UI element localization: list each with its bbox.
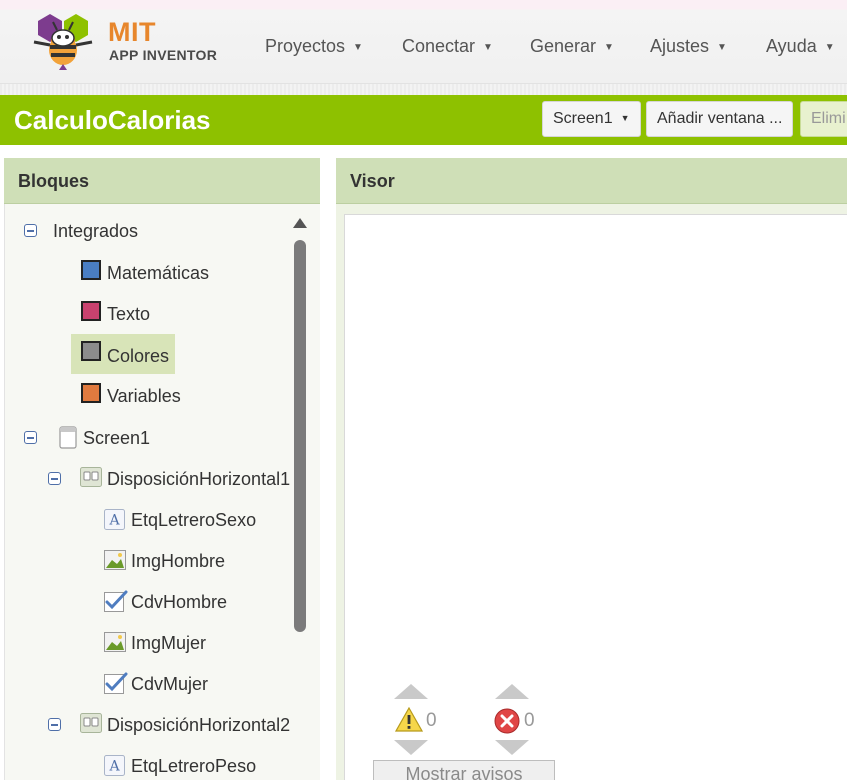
collapse-icon[interactable]: [24, 431, 37, 444]
show-warnings-label: Mostrar avisos: [405, 764, 523, 780]
image-icon: [104, 550, 126, 570]
app-inventor-logo[interactable]: MIT APP INVENTOR: [30, 12, 220, 72]
project-toolbar: CalculoCalorias Screen1 ▼ Añadir ventana …: [0, 95, 847, 145]
menu-help[interactable]: Ayuda ▼: [766, 36, 835, 57]
menu-settings-label: Ajustes: [650, 36, 710, 56]
tree-item-label-sex[interactable]: A EtqLetreroSexo: [4, 502, 290, 538]
tree-item-label: Integrados: [53, 221, 139, 241]
screen-select-label: Screen1: [553, 110, 613, 127]
tree-item-colors[interactable]: Colores: [71, 334, 175, 374]
label-icon: A: [104, 755, 125, 776]
menu-build[interactable]: Generar ▼: [530, 36, 614, 57]
menu-settings[interactable]: Ajustes ▼: [650, 36, 727, 57]
tree-item-math[interactable]: Matemáticas: [71, 255, 221, 291]
math-block-color-icon: [81, 260, 101, 280]
tree-scrollbar-thumb[interactable]: [294, 240, 306, 632]
checkbox-icon: [104, 590, 128, 612]
remove-screen-button[interactable]: Elimi: [800, 101, 847, 137]
errors-prev-arrow-icon[interactable]: [495, 684, 529, 699]
text-block-color-icon: [81, 301, 101, 321]
tree-item-horizontal-arrangement-1[interactable]: DisposiciónHorizontal1: [4, 461, 290, 497]
tree-item-label: EtqLetreroSexo: [131, 510, 257, 530]
menu-connect-label: Conectar: [402, 36, 476, 56]
collapse-icon[interactable]: [48, 718, 61, 731]
logo-app-inventor-text: APP INVENTOR: [109, 47, 218, 63]
viewer-panel-header: Visor: [336, 158, 847, 204]
tree-item-label: DisposiciónHorizontal1: [107, 469, 290, 489]
warning-icon: [395, 707, 423, 732]
warnings-count: 0: [426, 710, 437, 731]
tree-item-label: Colores: [107, 346, 170, 366]
variable-block-color-icon: [81, 383, 101, 403]
image-icon: [104, 632, 126, 652]
svg-text:A: A: [108, 513, 120, 529]
warnings-prev-arrow-icon[interactable]: [394, 684, 428, 699]
tree-item-checkbox-man[interactable]: CdvHombre: [4, 584, 290, 620]
caret-down-icon: ▼: [483, 42, 493, 53]
tree-item-label: EtqLetreroPeso: [131, 756, 257, 776]
caret-down-icon: ▼: [717, 42, 727, 53]
add-screen-button[interactable]: Añadir ventana ...: [646, 101, 794, 137]
screen-select-button[interactable]: Screen1 ▼: [542, 101, 641, 137]
logo-mit-text: MIT: [108, 17, 156, 47]
tree-item-text[interactable]: Texto: [71, 296, 221, 332]
color-block-color-icon: [81, 341, 101, 361]
show-warnings-button[interactable]: Mostrar avisos: [373, 760, 555, 780]
top-header: MIT APP INVENTOR Proyectos ▼ Conectar ▼ Ge…: [0, 0, 847, 95]
tree-item-label-weight[interactable]: A EtqLetreroPeso: [4, 748, 290, 780]
add-screen-label: Añadir ventana ...: [657, 110, 783, 127]
screen-icon: [59, 426, 77, 449]
blocks-panel-title: Bloques: [18, 171, 90, 191]
caret-down-icon: ▼: [353, 42, 363, 53]
tree-item-screen1[interactable]: Screen1: [4, 420, 290, 456]
tree-item-label: Matemáticas: [107, 263, 210, 283]
viewer-panel-title: Visor: [350, 171, 395, 191]
label-icon: A: [104, 509, 125, 530]
tree-item-label: CdvHombre: [131, 592, 228, 612]
bee-logo-icon: [33, 14, 93, 70]
collapse-icon[interactable]: [48, 472, 61, 485]
caret-down-icon: ▼: [824, 42, 835, 53]
tree-item-image-woman[interactable]: ImgMujer: [4, 625, 290, 661]
tree-item-label: Screen1: [83, 428, 151, 448]
project-title: CalculoCalorias: [14, 105, 211, 135]
error-icon: [494, 708, 520, 734]
tree-item-horizontal-arrangement-2[interactable]: DisposiciónHorizontal2: [4, 707, 290, 743]
menu-build-label: Generar: [530, 36, 597, 56]
menu-projects[interactable]: Proyectos ▼: [265, 36, 363, 57]
tree-item-label: ImgMujer: [131, 633, 207, 653]
blocks-panel-header: Bloques: [4, 158, 320, 204]
horizontal-arrangement-icon: [80, 467, 102, 487]
caret-down-icon: ▼: [604, 42, 614, 53]
checkbox-icon: [104, 672, 128, 694]
tree-item-image-man[interactable]: ImgHombre: [4, 543, 290, 579]
errors-next-arrow-icon[interactable]: [495, 740, 529, 755]
tree-item-label: DisposiciónHorizontal2: [107, 715, 290, 735]
tree-item-label: Variables: [107, 386, 181, 406]
warnings-next-arrow-icon[interactable]: [394, 740, 428, 755]
menu-connect[interactable]: Conectar ▼: [402, 36, 493, 57]
collapse-icon[interactable]: [24, 224, 37, 237]
menu-projects-label: Proyectos: [265, 36, 346, 56]
blocks-tree: Integrados Matemáticas Texto Colores Var…: [4, 204, 290, 780]
caret-down-icon: ▼: [620, 113, 630, 123]
horizontal-arrangement-icon: [80, 713, 102, 733]
errors-count: 0: [524, 710, 535, 731]
svg-text:A: A: [108, 759, 120, 775]
tree-item-label: Texto: [107, 304, 151, 324]
tree-item-label: ImgHombre: [131, 551, 226, 571]
tree-item-label: CdvMujer: [131, 674, 209, 694]
tree-item-variables[interactable]: Variables: [71, 378, 221, 414]
tree-item-builtin[interactable]: Integrados: [4, 213, 290, 249]
remove-screen-label: Elimi: [811, 110, 846, 127]
tree-item-checkbox-woman[interactable]: CdvMujer: [4, 666, 290, 702]
menu-help-label: Ayuda: [766, 36, 817, 56]
scroll-up-arrow-icon[interactable]: [293, 218, 307, 228]
